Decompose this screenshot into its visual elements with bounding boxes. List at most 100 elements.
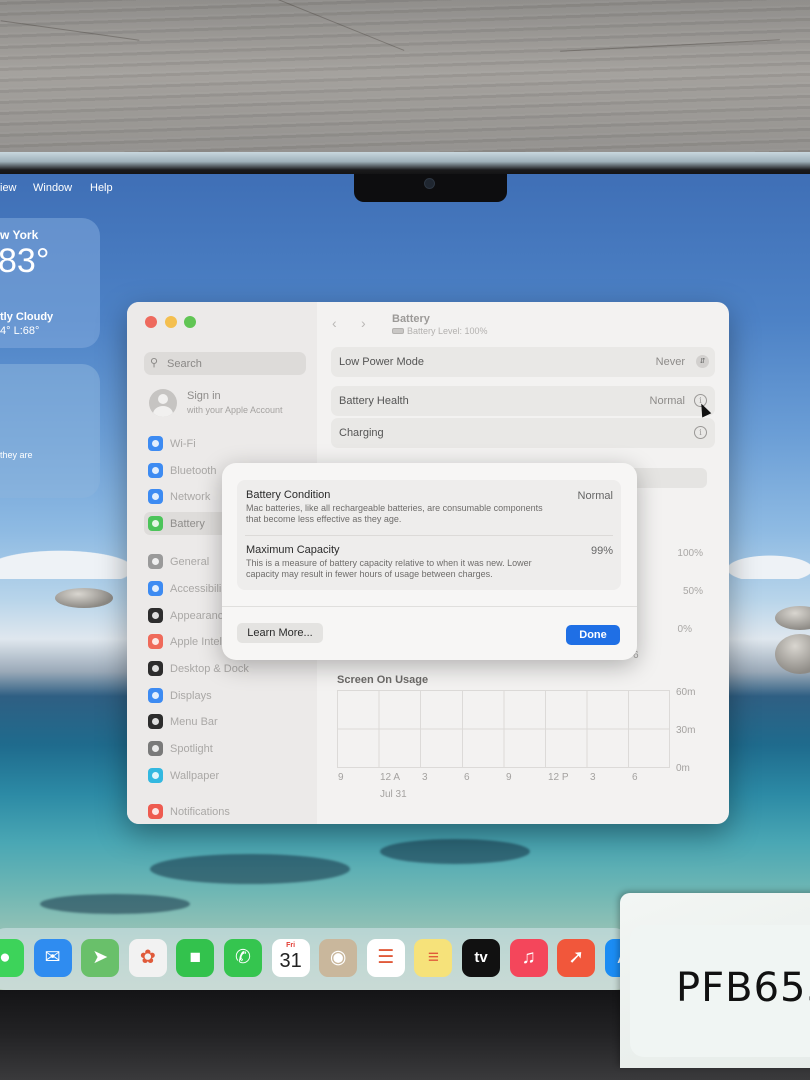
sidebar-item-label: Bluetooth bbox=[170, 465, 217, 477]
divider bbox=[245, 535, 613, 536]
usage-x-tick: 12 P bbox=[548, 772, 569, 783]
notes-icon[interactable]: ≡ bbox=[414, 939, 453, 977]
menubar-icon bbox=[148, 714, 163, 729]
sidebar-item-label: Wallpaper bbox=[170, 770, 220, 782]
sheet-separator bbox=[222, 606, 637, 607]
sidebar-item-label: General bbox=[170, 556, 210, 568]
wifi-icon bbox=[148, 436, 163, 451]
minimize-button[interactable] bbox=[165, 316, 177, 328]
calendar-day: Fri bbox=[286, 942, 296, 949]
battery-level-text: Battery Level: 100% bbox=[407, 326, 488, 336]
usage-y-30m: 30m bbox=[676, 725, 696, 736]
max-capacity-desc: This is a measure of battery capacity re… bbox=[246, 558, 532, 579]
music-icon[interactable]: ♫ bbox=[509, 939, 548, 977]
battery-level-icon bbox=[392, 328, 404, 334]
contacts-icon[interactable]: ◉ bbox=[319, 939, 358, 977]
back-arrow-icon[interactable]: ‹ bbox=[332, 315, 337, 331]
sidebar-item-label: Network bbox=[170, 491, 211, 503]
photos-icon[interactable]: ✿ bbox=[128, 939, 167, 977]
avatar bbox=[149, 389, 177, 417]
charging-row: Charging i bbox=[331, 418, 715, 448]
sidebar-item-notifications[interactable]: Notifications bbox=[144, 800, 309, 823]
wallpaper-rock bbox=[55, 588, 113, 608]
usage-date-label: Jul 31 bbox=[380, 789, 407, 800]
weather-temp: 83° bbox=[0, 242, 50, 280]
forward-arrow-icon[interactable]: › bbox=[361, 315, 366, 331]
weather-widget[interactable]: w York 83° tly Cloudy 4° L:68° bbox=[0, 218, 100, 348]
notifications-icon bbox=[148, 804, 163, 819]
facetime-icon[interactable]: ■ bbox=[176, 939, 215, 977]
sidebar-item-displays[interactable]: Displays bbox=[144, 684, 309, 707]
battery-health-value: Normal bbox=[649, 395, 685, 407]
low-power-mode-row[interactable]: Low Power Mode Never ⇵ bbox=[331, 347, 715, 377]
wallpaper-rock bbox=[775, 606, 810, 630]
gear-icon bbox=[148, 554, 163, 569]
sidebar-item-menu-bar[interactable]: Menu Bar bbox=[144, 710, 309, 733]
sign-in-subtitle: with your Apple Account bbox=[187, 405, 283, 415]
app-glyph: ➤ bbox=[92, 947, 109, 968]
close-button[interactable] bbox=[145, 316, 157, 328]
low-power-mode-value: Never bbox=[655, 356, 685, 368]
apple-intelligence-icon bbox=[148, 634, 163, 649]
battery-icon bbox=[148, 516, 163, 531]
maps-icon[interactable]: ➤ bbox=[81, 939, 120, 977]
pane-title: Battery bbox=[392, 313, 430, 325]
inventory-sticker: PFB655 bbox=[620, 893, 810, 1068]
calendar-icon[interactable]: Fri 31 bbox=[271, 939, 310, 977]
learn-more-button[interactable]: Learn More... bbox=[237, 623, 323, 643]
usage-x-tick: 9 bbox=[506, 772, 512, 783]
charging-label: Charging bbox=[339, 427, 384, 439]
battery-condition-title: Battery Condition bbox=[246, 489, 331, 501]
phone-icon[interactable]: ✆ bbox=[224, 939, 262, 977]
done-button[interactable]: Done bbox=[566, 625, 620, 645]
app-glyph: ● bbox=[0, 947, 11, 968]
desktop-widget[interactable]: they are bbox=[0, 364, 100, 498]
sign-in-title: Sign in bbox=[187, 390, 221, 402]
sidebar-item-label: Apple Intel bbox=[170, 636, 222, 648]
max-capacity-value: 99% bbox=[590, 545, 613, 557]
sign-in-item[interactable]: Sign in with your Apple Account bbox=[149, 388, 309, 420]
calendar-date: 31 bbox=[279, 950, 302, 972]
sidebar-item-wi-fi[interactable]: Wi-Fi bbox=[144, 432, 309, 455]
camera-notch bbox=[354, 174, 507, 202]
usage-x-tick: 9 bbox=[338, 772, 344, 783]
battery-health-row: Battery Health Normal i bbox=[331, 386, 715, 416]
wood-tabletop bbox=[0, 0, 810, 162]
mail-icon[interactable]: ✉ bbox=[33, 939, 72, 977]
menu-help[interactable]: Help bbox=[90, 182, 113, 194]
app-glyph: ✉ bbox=[44, 947, 61, 968]
usage-x-tick: 3 bbox=[590, 772, 596, 783]
battery-level: Battery Level: 100% bbox=[392, 326, 488, 336]
sidebar-item-wallpaper[interactable]: Wallpaper bbox=[144, 764, 309, 787]
battery-condition-value: Normal bbox=[577, 490, 613, 502]
app-glyph: ✆ bbox=[235, 947, 251, 968]
reminders-icon[interactable]: ☰ bbox=[366, 939, 405, 977]
wallpaper-seaweed bbox=[150, 854, 350, 884]
search-field[interactable]: ⚲ Search bbox=[144, 352, 306, 375]
sidebar-item-label: Spotlight bbox=[170, 743, 213, 755]
usage-x-tick: 12 A bbox=[380, 772, 401, 783]
popup-stepper-icon[interactable]: ⇵ bbox=[696, 355, 709, 368]
app-glyph: ♫ bbox=[521, 947, 536, 968]
usage-x-tick: 6 bbox=[632, 772, 638, 783]
battery-condition-desc: Mac batteries, like all rechargeable bat… bbox=[246, 503, 543, 524]
launchpad-icon[interactable]: ➚ bbox=[557, 939, 596, 977]
camera-icon bbox=[424, 178, 435, 189]
screen-usage-chart bbox=[337, 690, 670, 768]
messages-icon[interactable]: ● bbox=[0, 939, 24, 977]
appletv-icon[interactable]: tv bbox=[462, 939, 500, 977]
zoom-button[interactable] bbox=[184, 316, 196, 328]
screen-on-usage-title: Screen On Usage bbox=[337, 674, 429, 686]
displays-icon bbox=[148, 688, 163, 703]
sticker-code: PFB655 bbox=[676, 965, 810, 1011]
weather-condition: tly Cloudy bbox=[0, 311, 54, 323]
app-glyph: ≡ bbox=[427, 947, 439, 968]
battery-health-details: Battery Condition Normal Mac batteries, … bbox=[237, 480, 621, 590]
sidebar-item-spotlight[interactable]: Spotlight bbox=[144, 737, 309, 760]
sidebar-item-label: Battery bbox=[170, 518, 205, 530]
charging-info-icon[interactable]: i bbox=[694, 426, 707, 439]
menu-view[interactable]: iew bbox=[0, 182, 17, 194]
sidebar-item-desktop-dock[interactable]: Desktop & Dock bbox=[144, 657, 309, 680]
usage-x-tick: 3 bbox=[422, 772, 428, 783]
menu-window[interactable]: Window bbox=[33, 182, 72, 194]
